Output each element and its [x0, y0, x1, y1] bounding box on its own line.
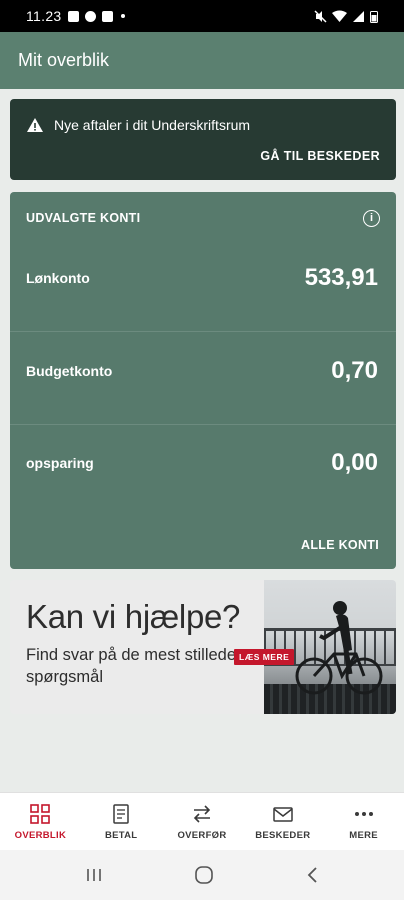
home-icon[interactable]	[194, 865, 214, 885]
account-name: opsparing	[26, 455, 94, 471]
read-more-button[interactable]: LÆS MERE	[234, 649, 295, 665]
accounts-header: UDVALGTE KONTI i	[26, 208, 380, 228]
cyclist-silhouette	[295, 601, 383, 695]
banner-heading: Kan vi hjælpe?	[26, 598, 241, 635]
messages-icon	[273, 806, 293, 822]
more-notifications-icon	[120, 14, 125, 18]
alert-message: Nye aftaler i dit Underskriftsrum	[54, 117, 251, 133]
nav-label: OVERBLIK	[14, 829, 67, 841]
account-balance: 533,91	[304, 263, 378, 291]
nav-item-pay[interactable]: BETAL	[81, 793, 162, 850]
status-bar: 11.23	[0, 0, 404, 32]
help-banner[interactable]: Kan vi hjælpe? Find svar på de mest stil…	[10, 580, 396, 714]
bottom-navigation: OVERBLIK BETAL OVERFØR BESKEDER MERE	[0, 792, 404, 850]
chat-notification-icon	[84, 10, 96, 22]
accounts-title: UDVALGTE KONTI	[26, 211, 141, 225]
info-icon[interactable]: i	[363, 209, 380, 227]
battery-icon	[370, 10, 378, 23]
account-row[interactable]: opsparing 0,00	[10, 425, 396, 517]
nav-item-more[interactable]: MERE	[323, 793, 404, 850]
selected-accounts-card: UDVALGTE KONTI i Lønkonto 533,91 Budgetk…	[10, 192, 396, 569]
go-to-messages-link[interactable]: GÅ TIL BESKEDER	[260, 149, 380, 163]
wifi-icon	[332, 10, 347, 22]
nav-item-overview[interactable]: OVERBLIK	[0, 793, 81, 850]
account-name: Budgetkonto	[26, 362, 113, 379]
nav-label: MERE	[349, 829, 378, 841]
signal-icon	[353, 10, 364, 22]
pay-icon	[113, 803, 129, 824]
nav-label: BETAL	[104, 829, 138, 841]
account-name: Lønkonto	[26, 269, 90, 286]
signature-alert-card[interactable]: Nye aftaler i dit Underskriftsrum GÅ TIL…	[10, 99, 396, 180]
app-notification-icon	[101, 10, 113, 22]
nav-item-messages[interactable]: BESKEDER	[242, 793, 323, 850]
account-balance: 0,70	[331, 356, 378, 384]
banner-subtext: Find svar på de mest stillede spørgsmål	[26, 646, 237, 686]
all-accounts-link[interactable]: ALLE KONTI	[301, 538, 379, 552]
warning-icon	[27, 118, 43, 132]
back-icon[interactable]	[305, 866, 319, 884]
status-bar-left: 11.23	[26, 8, 125, 24]
app-bar: Mit overblik	[0, 32, 404, 89]
mute-icon	[314, 9, 327, 23]
gallery-notification-icon	[67, 10, 79, 22]
account-row[interactable]: Budgetkonto 0,70	[10, 333, 396, 425]
account-row[interactable]: Lønkonto 533,91	[10, 240, 396, 332]
more-icon	[354, 811, 373, 816]
status-bar-right	[314, 9, 378, 23]
overview-icon	[30, 803, 51, 824]
alert-message-row: Nye aftaler i dit Underskriftsrum	[26, 117, 250, 133]
recent-apps-icon[interactable]	[85, 867, 103, 883]
nav-item-transfer[interactable]: OVERFØR	[162, 793, 243, 850]
system-navigation-bar	[0, 850, 404, 900]
transfer-icon	[193, 804, 211, 823]
page-title: Mit overblik	[18, 50, 110, 70]
cyclist-photo	[264, 580, 396, 714]
status-time: 11.23	[26, 8, 62, 24]
nav-label: OVERFØR	[177, 829, 227, 841]
nav-label: BESKEDER	[255, 829, 311, 841]
account-balance: 0,00	[331, 449, 378, 476]
